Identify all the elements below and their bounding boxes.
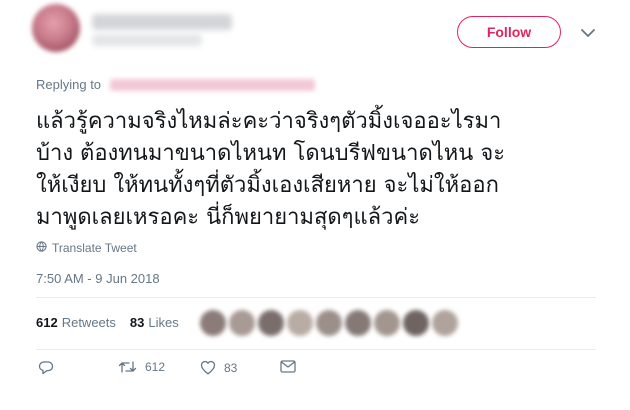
blurred-username[interactable] [92,34,202,46]
translate-tweet-label: Translate Tweet [52,241,137,255]
like-count: 83 [224,360,238,375]
liker-avatars [200,310,458,336]
tweet-actions: 612 83 [36,360,336,380]
avatar[interactable] [345,310,371,336]
retweet-icon [118,360,137,374]
more-options-button[interactable] [580,24,596,40]
divider [36,349,596,350]
likes-count: 83 [129,315,145,330]
chevron-down-icon [581,23,595,42]
divider [36,297,596,298]
likes-stat[interactable]: 83 Likes [130,315,179,330]
retweets-count: 612 [36,315,58,330]
like-button[interactable]: 83 [200,360,237,375]
mail-icon [280,360,296,373]
avatar[interactable] [287,310,313,336]
translate-tweet-link[interactable]: Translate Tweet [36,241,137,255]
direct-message-button[interactable] [280,360,296,373]
reply-button[interactable] [38,360,54,376]
tweet-line: มาพูดเลยเหรอคะ นี่ก็พยายามสุดๆแล้วค่ะ [36,205,421,230]
reply-icon [38,360,54,376]
globe-icon [36,241,47,255]
avatar[interactable] [403,310,429,336]
retweets-stat[interactable]: 612 Retweets [36,315,116,330]
tweet-text: แล้วรู้ความจริงไหมล่ะคะว่าจริงๆตัวมิ้งเจ… [36,106,606,234]
follow-button-label: Follow [486,24,532,40]
blurred-display-name[interactable] [92,14,232,30]
tweet-timestamp[interactable]: 7:50 AM - 9 Jun 2018 [36,271,160,286]
retweet-count: 612 [145,360,166,374]
follow-button[interactable]: Follow [457,16,561,48]
avatar[interactable] [432,310,458,336]
replying-to-label: Replying to [36,77,102,92]
heart-icon [200,360,216,375]
tweet-line: บ้าง ต้องทนมาขนาดไหนท โดนบรีฟขนาดไหน จะ [36,141,506,166]
retweets-label: Retweets [61,315,116,330]
avatar[interactable] [316,310,342,336]
tweet-stats: 612 Retweets 83 Likes [36,315,179,330]
avatar[interactable] [32,4,80,52]
blurred-reply-handle[interactable] [110,79,315,91]
avatar[interactable] [374,310,400,336]
likes-label: Likes [148,315,179,330]
avatar[interactable] [200,310,226,336]
retweet-button[interactable]: 612 [118,360,165,374]
avatar[interactable] [258,310,284,336]
avatar[interactable] [229,310,255,336]
tweet-line: แล้วรู้ความจริงไหมล่ะคะว่าจริงๆตัวมิ้งเจ… [36,109,502,134]
tweet-line: ให้เงียบ ให้ทนทั้งๆที่ตัวมิ้งเองเสียหาย … [36,173,499,198]
